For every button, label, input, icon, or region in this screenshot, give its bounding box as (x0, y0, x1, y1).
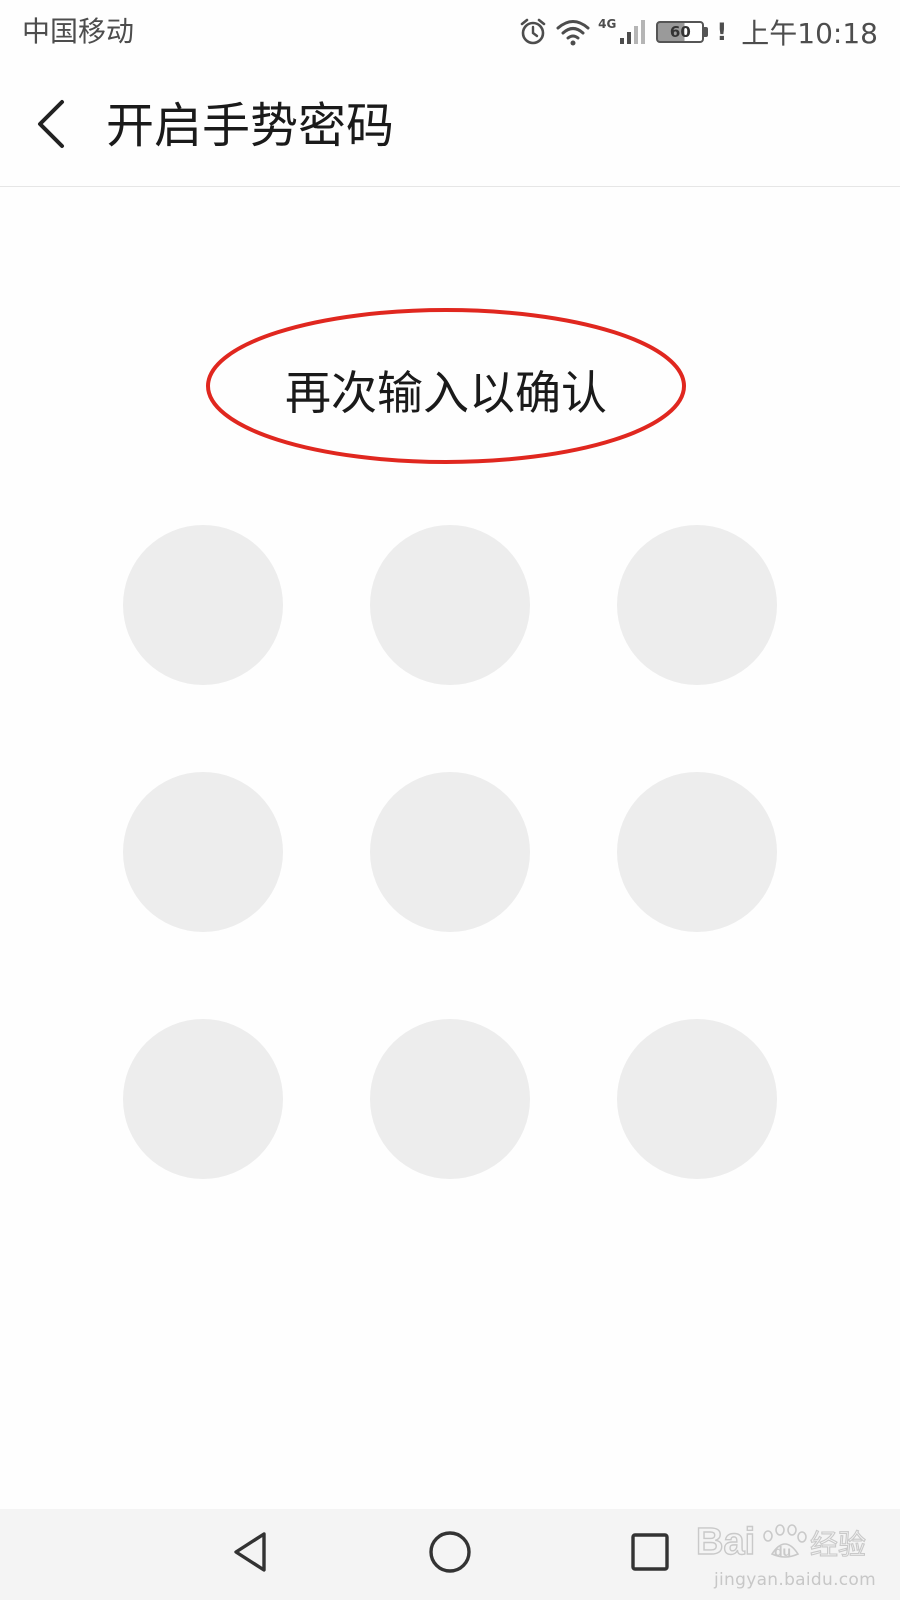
gesture-hint: 再次输入以确认 (285, 366, 607, 420)
nav-back-button[interactable] (220, 1529, 280, 1579)
gesture-grid (0, 0, 900, 1600)
alert-mark: ! (716, 18, 728, 46)
gesture-dot-1[interactable] (123, 525, 283, 685)
clock: 上午10:18 (741, 17, 878, 50)
square-recents-icon (628, 1530, 672, 1578)
network-type-label: 4G (598, 17, 617, 31)
title-bar: 开启手势密码 (0, 64, 900, 187)
gesture-dot-8[interactable] (370, 1019, 530, 1179)
gesture-dot-6[interactable] (617, 772, 777, 932)
gesture-dot-2[interactable] (370, 525, 530, 685)
circle-home-icon (427, 1529, 473, 1579)
gesture-dot-7[interactable] (123, 1019, 283, 1179)
page-title: 开启手势密码 (106, 98, 395, 154)
triangle-back-icon (228, 1529, 272, 1579)
gesture-dot-3[interactable] (617, 525, 777, 685)
carrier-name: 中国移动 (22, 15, 135, 48)
hint-area: 再次输入以确认 (202, 306, 690, 466)
chevron-left-icon (26, 100, 78, 160)
back-button[interactable] (26, 92, 78, 156)
signal-icon (618, 18, 648, 46)
nav-recents-button[interactable] (620, 1529, 680, 1579)
gesture-dot-4[interactable] (123, 772, 283, 932)
navigation-bar (0, 1509, 900, 1600)
nav-home-button[interactable] (420, 1529, 480, 1579)
battery-level: 60 (669, 23, 691, 41)
battery-tip (704, 27, 709, 37)
status-icons: 4G 60 ! 上午10:18 (518, 10, 878, 54)
gesture-dot-9[interactable] (617, 1019, 777, 1179)
status-bar: 中国移动 4G 60 ! 上午10:18 (0, 0, 900, 64)
alarm-icon (518, 17, 548, 47)
wifi-icon (556, 18, 590, 46)
gesture-dot-5[interactable] (370, 772, 530, 932)
battery-icon: 60 (656, 21, 705, 43)
